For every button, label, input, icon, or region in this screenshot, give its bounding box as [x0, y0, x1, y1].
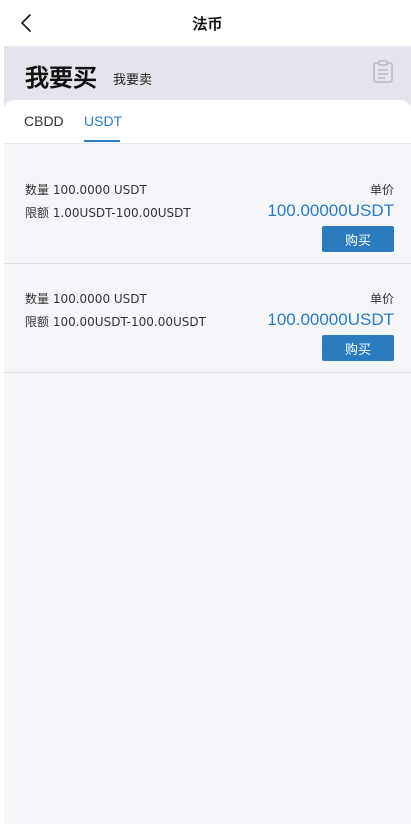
buy-button[interactable]: 购买: [322, 335, 394, 361]
clipboard-icon: [373, 60, 393, 83]
unit-price-label: 单价: [369, 292, 394, 306]
active-tab-indicator: [84, 140, 120, 142]
orders-button[interactable]: [372, 60, 394, 84]
chevron-left-icon: [21, 14, 31, 32]
offer-list: 数量 100.0000 USDT 限额 1.00USDT-100.00USDT …: [4, 155, 411, 373]
offer-card: 数量 100.0000 USDT 限额 100.00USDT-100.00USD…: [4, 264, 411, 373]
top-navbar: 法币: [4, 0, 411, 46]
tab-usdt[interactable]: USDT: [84, 113, 122, 129]
offer-price: 100.00000USDT: [267, 201, 394, 220]
offer-quantity: 数量 100.0000 USDT: [25, 292, 147, 306]
offer-limit: 限额 100.00USDT-100.00USDT: [25, 315, 206, 329]
offer-quantity: 数量 100.0000 USDT: [25, 183, 147, 197]
sell-mode-tab[interactable]: 我要卖: [113, 69, 152, 88]
tab-cbdd[interactable]: CBDD: [24, 113, 64, 129]
offer-price: 100.00000USDT: [267, 310, 394, 329]
buy-button[interactable]: 购买: [322, 226, 394, 252]
offer-card: 数量 100.0000 USDT 限额 1.00USDT-100.00USDT …: [4, 155, 411, 264]
page-title: 法币: [192, 14, 223, 33]
buy-mode-tab[interactable]: 我要买: [25, 58, 97, 93]
back-button[interactable]: [14, 9, 38, 37]
currency-tabs: CBDD USDT: [4, 100, 411, 144]
trade-direction-header: 我要买 我要卖: [4, 46, 411, 106]
offer-limit: 限额 1.00USDT-100.00USDT: [25, 206, 191, 220]
unit-price-label: 单价: [369, 183, 394, 197]
